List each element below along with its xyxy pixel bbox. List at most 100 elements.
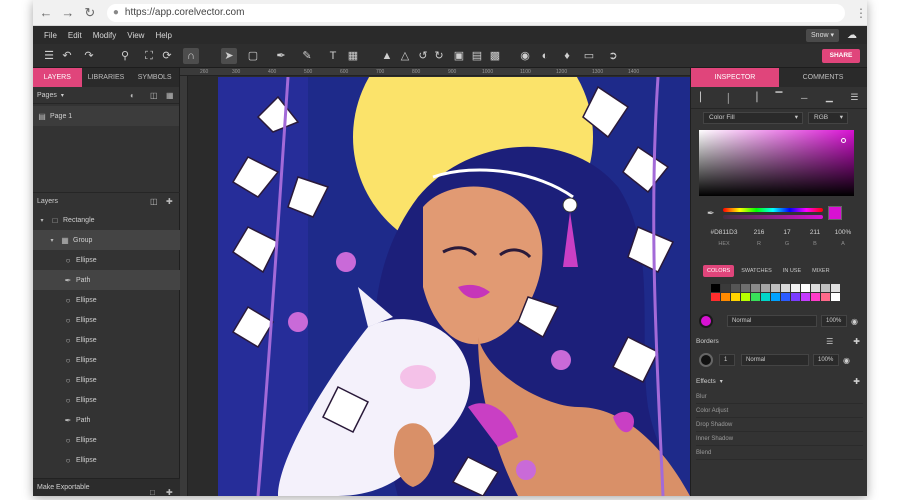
menu-modify[interactable]: Modify: [93, 31, 117, 40]
layer-item[interactable]: ○ Ellipse: [33, 370, 180, 390]
green-input[interactable]: 17: [773, 229, 801, 236]
make-exportable-bar[interactable]: Make Exportable □ ✚: [33, 478, 180, 496]
fullscreen-icon[interactable]: ⛶: [141, 48, 157, 64]
add-page-icon[interactable]: ▦: [166, 91, 174, 100]
layer-item[interactable]: ▾ □ Rectangle: [33, 210, 180, 230]
tab-mixer[interactable]: MIXER: [808, 265, 833, 277]
canvas-area[interactable]: 260 300 400 500 600 700 800 900 1000 110…: [180, 68, 690, 496]
ungroup-icon[interactable]: ▤: [469, 48, 485, 64]
reload-icon[interactable]: ↻: [81, 4, 99, 22]
zoom-icon[interactable]: ⚲: [117, 48, 133, 64]
palette-swatch[interactable]: [811, 284, 820, 292]
align-top-icon[interactable]: ▔: [766, 92, 791, 103]
tab-swatches[interactable]: SWATCHES: [737, 265, 776, 277]
layers-stack-icon[interactable]: ☰: [41, 48, 57, 64]
eyedropper-icon[interactable]: ✒: [707, 208, 715, 219]
palette-swatch[interactable]: [751, 293, 760, 301]
distribute-icon[interactable]: ☰: [842, 92, 867, 103]
tab-colors[interactable]: COLORS: [703, 265, 735, 277]
effect-blend[interactable]: Blend: [696, 447, 863, 460]
palette-swatch[interactable]: [751, 284, 760, 292]
color-model-select[interactable]: RGB ▾: [808, 112, 848, 124]
add-border-icon[interactable]: ✚: [853, 337, 860, 346]
effect-inner-shadow[interactable]: Inner Shadow: [696, 433, 863, 446]
shape-tool-icon[interactable]: ▢: [245, 48, 261, 64]
artboard-illustration[interactable]: [218, 77, 690, 496]
group-icon[interactable]: ▣: [451, 48, 467, 64]
palette-swatch[interactable]: [721, 284, 730, 292]
mask-icon[interactable]: ◐: [537, 48, 553, 64]
border-options-icon[interactable]: ☰: [826, 337, 833, 346]
palette-swatch[interactable]: [711, 293, 720, 301]
align-middle-icon[interactable]: ─: [792, 93, 817, 103]
chevron-down-icon[interactable]: ▾: [720, 378, 723, 385]
pencil-tool-icon[interactable]: ✎: [299, 48, 315, 64]
tab-symbols[interactable]: SYMBOLS: [130, 68, 179, 87]
palette-swatch[interactable]: [771, 284, 780, 292]
blue-input[interactable]: 211: [801, 229, 829, 236]
fill-swatch[interactable]: [699, 314, 713, 328]
layer-item[interactable]: ✒ Path: [33, 410, 180, 430]
menu-help[interactable]: Help: [155, 31, 171, 40]
fill-opacity-input[interactable]: 100%: [821, 315, 847, 327]
add-export-icon[interactable]: ✚: [166, 484, 173, 496]
palette-swatch[interactable]: [731, 284, 740, 292]
palette-swatch[interactable]: [831, 293, 840, 301]
rotate-right-icon[interactable]: ↻: [431, 48, 447, 64]
image-tool-icon[interactable]: ▦: [345, 48, 361, 64]
arrow-left-icon[interactable]: ←: [37, 4, 55, 22]
layer-item[interactable]: ○ Ellipse: [33, 290, 180, 310]
chevron-down-icon[interactable]: ▾: [37, 217, 47, 224]
pointer-tool-icon[interactable]: ➤: [221, 48, 237, 64]
cloud-sync-icon[interactable]: ☁: [847, 30, 857, 41]
alpha-input[interactable]: 100%: [829, 229, 857, 236]
palette-swatch[interactable]: [771, 293, 780, 301]
trash-icon[interactable]: ◫: [150, 197, 158, 206]
arrow-right-icon[interactable]: →: [59, 4, 77, 22]
hex-input[interactable]: #D811D3: [703, 229, 745, 236]
layer-item[interactable]: ▾ ▦ Group: [33, 230, 180, 250]
palette-swatch[interactable]: [811, 293, 820, 301]
hue-slider[interactable]: [723, 208, 823, 212]
palette-swatch[interactable]: [741, 284, 750, 292]
palette-swatch[interactable]: [711, 284, 720, 292]
border-blend-select[interactable]: Normal: [741, 354, 809, 366]
alpha-slider[interactable]: [723, 215, 823, 219]
tab-comments[interactable]: COMMENTS: [779, 68, 867, 87]
tab-in-use[interactable]: IN USE: [779, 265, 805, 277]
eye-icon[interactable]: ◉: [851, 317, 858, 326]
border-width-input[interactable]: 1: [719, 354, 735, 366]
chevron-down-icon[interactable]: ▾: [61, 92, 64, 99]
pen-tool-icon[interactable]: ✒: [273, 48, 289, 64]
palette-swatch[interactable]: [821, 284, 830, 292]
add-effect-icon[interactable]: ✚: [853, 377, 860, 386]
effect-drop-shadow[interactable]: Drop Shadow: [696, 419, 863, 432]
palette-swatch[interactable]: [791, 293, 800, 301]
palette-swatch[interactable]: [831, 284, 840, 292]
tab-layers[interactable]: LAYERS: [33, 68, 82, 87]
align-center-icon[interactable]: │: [716, 93, 741, 103]
color-picker-area[interactable]: [699, 130, 854, 196]
share-button[interactable]: SHARE: [822, 49, 860, 63]
layer-item[interactable]: ○ Ellipse: [33, 330, 180, 350]
toggle-icon[interactable]: ◐: [130, 91, 135, 100]
magnet-icon[interactable]: ∩: [183, 48, 199, 64]
chevron-down-icon[interactable]: ▾: [47, 237, 57, 244]
layer-item[interactable]: ○ Ellipse: [33, 450, 180, 470]
align-right-icon[interactable]: ▕: [741, 92, 766, 103]
arrange-icon[interactable]: ▩: [487, 48, 503, 64]
add-layer-icon[interactable]: ✚: [166, 197, 173, 206]
align-bottom-icon[interactable]: ▁: [817, 92, 842, 103]
user-menu[interactable]: Snow ▾: [806, 28, 839, 42]
menu-file[interactable]: File: [44, 31, 57, 40]
palette-swatch[interactable]: [731, 293, 740, 301]
palette-swatch[interactable]: [741, 293, 750, 301]
rotate-view-icon[interactable]: ⟳: [159, 48, 175, 64]
layer-item[interactable]: ✒ Path: [33, 270, 180, 290]
layer-item[interactable]: ○ Ellipse: [33, 390, 180, 410]
menu-view[interactable]: View: [127, 31, 144, 40]
border-opacity-input[interactable]: 100%: [813, 354, 839, 366]
redo-icon[interactable]: ↷: [81, 48, 97, 64]
path-ops-icon[interactable]: ♦: [559, 48, 575, 64]
weld-icon[interactable]: ▭: [581, 48, 597, 64]
